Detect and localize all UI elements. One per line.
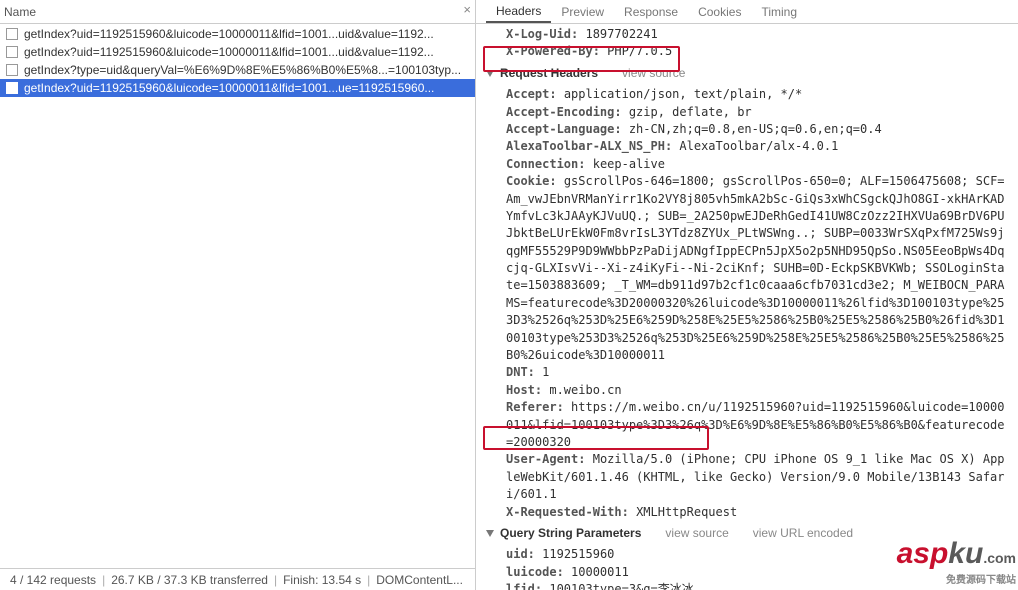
- status-requests: 4 / 142 requests: [4, 573, 102, 587]
- header-row: User-Agent: Mozilla/5.0 (iPhone; CPU iPh…: [484, 451, 1010, 503]
- header-row: X-Log-Uid: 1897702241: [484, 26, 1010, 43]
- tab-response[interactable]: Response: [614, 0, 688, 23]
- file-icon: [6, 64, 18, 76]
- file-icon: [6, 46, 18, 58]
- close-icon[interactable]: ×: [463, 2, 471, 17]
- header-row: Accept-Encoding: gzip, deflate, br: [484, 104, 1010, 121]
- tab-preview[interactable]: Preview: [551, 0, 614, 23]
- request-row[interactable]: getIndex?uid=1192515960&luicode=10000011…: [0, 25, 475, 43]
- request-row[interactable]: getIndex?type=uid&queryVal=%E6%9D%8E%E5%…: [0, 61, 475, 79]
- header-row: DNT: 1: [484, 364, 1010, 381]
- view-url-encoded-link[interactable]: view URL encoded: [753, 525, 853, 542]
- request-row-selected[interactable]: getIndex?uid=1192515960&luicode=10000011…: [0, 79, 475, 97]
- view-source-link[interactable]: view source: [665, 525, 728, 542]
- file-icon: [6, 28, 18, 40]
- chevron-down-icon: [486, 530, 494, 537]
- header-row: Accept-Language: zh-CN,zh;q=0.8,en-US;q=…: [484, 121, 1010, 138]
- request-name: getIndex?uid=1192515960&luicode=10000011…: [24, 45, 434, 59]
- request-name: getIndex?uid=1192515960&luicode=10000011…: [24, 27, 434, 41]
- query-string-section[interactable]: Query String Parameters view source view…: [484, 521, 1010, 546]
- view-source-link[interactable]: view source: [622, 65, 685, 82]
- header-row: Referer: https://m.weibo.cn/u/1192515960…: [484, 399, 1010, 451]
- name-column-header: Name ×: [0, 0, 475, 24]
- header-row: Cookie: gsScrollPos-646=1800; gsScrollPo…: [484, 173, 1010, 364]
- request-name: getIndex?type=uid&queryVal=%E6%9D%8E%E5%…: [24, 63, 461, 77]
- param-row: luicode: 10000011: [484, 564, 1010, 581]
- header-row: Accept: application/json, text/plain, */…: [484, 86, 1010, 103]
- request-headers-section[interactable]: Request Headers view source: [484, 61, 1010, 86]
- request-name: getIndex?uid=1192515960&luicode=10000011…: [24, 81, 434, 95]
- header-row: Connection: keep-alive: [484, 156, 1010, 173]
- chevron-down-icon: [486, 70, 494, 77]
- param-row: lfid: 100103type=3&q=李冰冰: [484, 581, 1010, 590]
- param-row: uid: 1192515960: [484, 546, 1010, 563]
- file-icon: [6, 82, 18, 94]
- tab-timing[interactable]: Timing: [751, 0, 807, 23]
- status-bar: 4 / 142 requests | 26.7 KB / 37.3 KB tra…: [0, 568, 475, 590]
- header-row: Host: m.weibo.cn: [484, 382, 1010, 399]
- status-transferred: 26.7 KB / 37.3 KB transferred: [105, 573, 274, 587]
- tab-cookies[interactable]: Cookies: [688, 0, 751, 23]
- headers-panel: X-Log-Uid: 1897702241 X-Powered-By: PHP/…: [476, 24, 1018, 590]
- name-label: Name: [4, 5, 36, 19]
- header-row: X-Requested-With: XMLHttpRequest: [484, 504, 1010, 521]
- header-row: AlexaToolbar-ALX_NS_PH: AlexaToolbar/alx…: [484, 138, 1010, 155]
- status-domcontent: DOMContentL...: [370, 573, 469, 587]
- request-list: getIndex?uid=1192515960&luicode=10000011…: [0, 24, 475, 568]
- header-row: X-Powered-By: PHP/7.0.5: [484, 43, 1010, 60]
- status-finish: Finish: 13.54 s: [277, 573, 367, 587]
- tabs: Headers Preview Response Cookies Timing: [476, 0, 1018, 24]
- tab-headers[interactable]: Headers: [486, 0, 551, 23]
- request-row[interactable]: getIndex?uid=1192515960&luicode=10000011…: [0, 43, 475, 61]
